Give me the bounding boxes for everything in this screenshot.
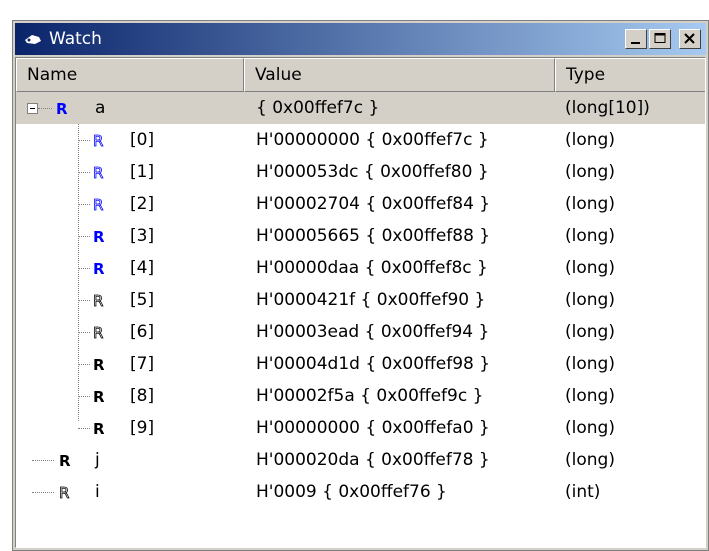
column-name-header[interactable]: Name <box>16 58 244 92</box>
register-bold-icon: R <box>93 420 105 436</box>
collapse-toggle[interactable] <box>27 103 38 114</box>
minimize-button[interactable] <box>625 29 647 49</box>
tree-row-element-3[interactable]: R [3] H'00005665 { 0x00ffef88 } (long) <box>16 220 705 252</box>
variable-type: (long) <box>565 258 615 278</box>
maximize-button[interactable] <box>649 29 671 49</box>
svg-text:R: R <box>93 196 103 212</box>
svg-text:R: R <box>56 100 68 116</box>
close-icon <box>684 33 695 44</box>
title-bar[interactable]: Watch <box>15 23 706 55</box>
svg-text:R: R <box>93 356 105 372</box>
register-variable-icon: R <box>56 100 68 116</box>
variable-type: (long) <box>565 386 615 406</box>
tree-row-element-9[interactable]: R [9] H'00000000 { 0x00ffefa0 } (long) <box>16 412 705 444</box>
tree-row-element-6[interactable]: R [6] H'00003ead { 0x00ffef94 } (long) <box>16 316 705 348</box>
variable-value: H'00000daa { 0x00ffef8c } <box>256 258 488 278</box>
svg-text:R: R <box>59 484 69 500</box>
svg-text:R: R <box>93 260 105 276</box>
variable-name: i <box>95 482 100 502</box>
svg-text:R: R <box>59 452 71 468</box>
variable-value: H'00000000 { 0x00ffefa0 } <box>256 418 490 438</box>
variable-type: (long) <box>565 130 615 150</box>
variable-name: [4] <box>130 258 155 278</box>
variable-value: H'00002704 { 0x00ffef84 } <box>256 194 491 214</box>
variable-type: (long[10]) <box>565 98 650 118</box>
tree-row-element-2[interactable]: R [2] H'00002704 { 0x00ffef84 } (long) <box>16 188 705 220</box>
variable-value: H'00000000 { 0x00ffef7c } <box>256 130 489 150</box>
tree-row-a[interactable]: R a { 0x00ffef7c } (long[10]) <box>16 92 705 124</box>
register-outline-icon: R <box>93 132 104 148</box>
watch-window: Watch Name Value Type R a { 0x00ffef7c}… <box>12 20 709 551</box>
variable-value: H'000020da { 0x00ffef78 } <box>256 450 490 470</box>
variable-value: H'000053dc { 0x00ffef80 } <box>256 162 489 182</box>
variable-type: (long) <box>565 418 615 438</box>
maximize-icon <box>654 33 666 43</box>
variable-value: { 0x00ffef7c } <box>256 98 380 118</box>
variable-value: H'00002f5a { 0x00ffef9c } <box>256 386 484 406</box>
variable-value: H'0000421f { 0x00ffef90 } <box>256 290 486 310</box>
svg-text:R: R <box>93 388 105 404</box>
variable-type: (long) <box>565 194 615 214</box>
watch-icon <box>25 35 41 44</box>
close-button[interactable] <box>679 29 701 49</box>
variable-value: H'00005665 { 0x00ffef88 } <box>256 226 491 246</box>
variable-type: (long) <box>565 354 615 374</box>
variable-value: H'00003ead { 0x00ffef94 } <box>256 322 490 342</box>
minimize-icon <box>631 42 640 44</box>
register-bold-icon: R <box>93 356 105 372</box>
svg-text:R: R <box>93 164 103 180</box>
tree-row-i[interactable]: R i H'0009 { 0x00ffef76 } (int) <box>16 476 705 508</box>
column-value-header[interactable]: Value <box>244 58 555 92</box>
tree-row-element-4[interactable]: R [4] H'00000daa { 0x00ffef8c } (long) <box>16 252 705 284</box>
variable-type: (int) <box>565 482 601 502</box>
variable-type: (long) <box>565 322 615 342</box>
svg-text:R: R <box>93 132 103 148</box>
register-bold-icon: R <box>59 452 71 468</box>
register-outline-icon: R <box>59 484 70 500</box>
register-bold-icon: R <box>93 228 105 244</box>
tree-row-element-5[interactable]: R [5] H'0000421f { 0x00ffef90 } (long) <box>16 284 705 316</box>
tree-row-element-8[interactable]: R [8] H'00002f5a { 0x00ffef9c } (long) <box>16 380 705 412</box>
variable-name: [3] <box>130 226 155 246</box>
tree-row-element-7[interactable]: R [7] H'00004d1d { 0x00ffef98 } (long) <box>16 348 705 380</box>
register-outline-icon: R <box>93 196 104 212</box>
register-outline-icon: R <box>93 164 104 180</box>
variable-type: (long) <box>565 450 615 470</box>
variable-type: (long) <box>565 226 615 246</box>
register-bold-icon: R <box>93 260 105 276</box>
window-title: Watch <box>49 29 102 49</box>
variable-name: a <box>95 98 106 118</box>
variable-name: [0] <box>130 130 155 150</box>
variable-name: [2] <box>130 194 155 214</box>
variable-name: [7] <box>130 354 155 374</box>
svg-text:R: R <box>93 420 105 436</box>
tree-row-element-0[interactable]: R [0] H'00000000 { 0x00ffef7c } (long) <box>16 124 705 156</box>
register-outline-icon: R <box>93 324 104 340</box>
column-header: Name Value Type <box>16 58 705 92</box>
variable-type: (long) <box>565 162 615 182</box>
column-type-header[interactable]: Type <box>555 58 705 92</box>
tree-row-element-1[interactable]: R [1] H'000053dc { 0x00ffef80 } (long) <box>16 156 705 188</box>
variable-name: [5] <box>130 290 155 310</box>
variable-name: [6] <box>130 322 155 342</box>
variable-value: H'00004d1d { 0x00ffef98 } <box>256 354 491 374</box>
variable-name: [1] <box>130 162 155 182</box>
register-outline-icon: R <box>93 292 104 308</box>
watch-list[interactable]: Name Value Type R a { 0x00ffef7c } (long… <box>15 57 706 548</box>
register-bold-icon: R <box>93 388 105 404</box>
tree-row-j[interactable]: R j H'000020da { 0x00ffef78 } (long) <box>16 444 705 476</box>
variable-name: [9] <box>130 418 155 438</box>
variable-name: j <box>95 450 100 470</box>
variable-type: (long) <box>565 290 615 310</box>
svg-text:R: R <box>93 324 103 340</box>
svg-text:R: R <box>93 292 103 308</box>
svg-text:R: R <box>93 228 105 244</box>
variable-name: [8] <box>130 386 155 406</box>
variable-value: H'0009 { 0x00ffef76 } <box>256 482 447 502</box>
